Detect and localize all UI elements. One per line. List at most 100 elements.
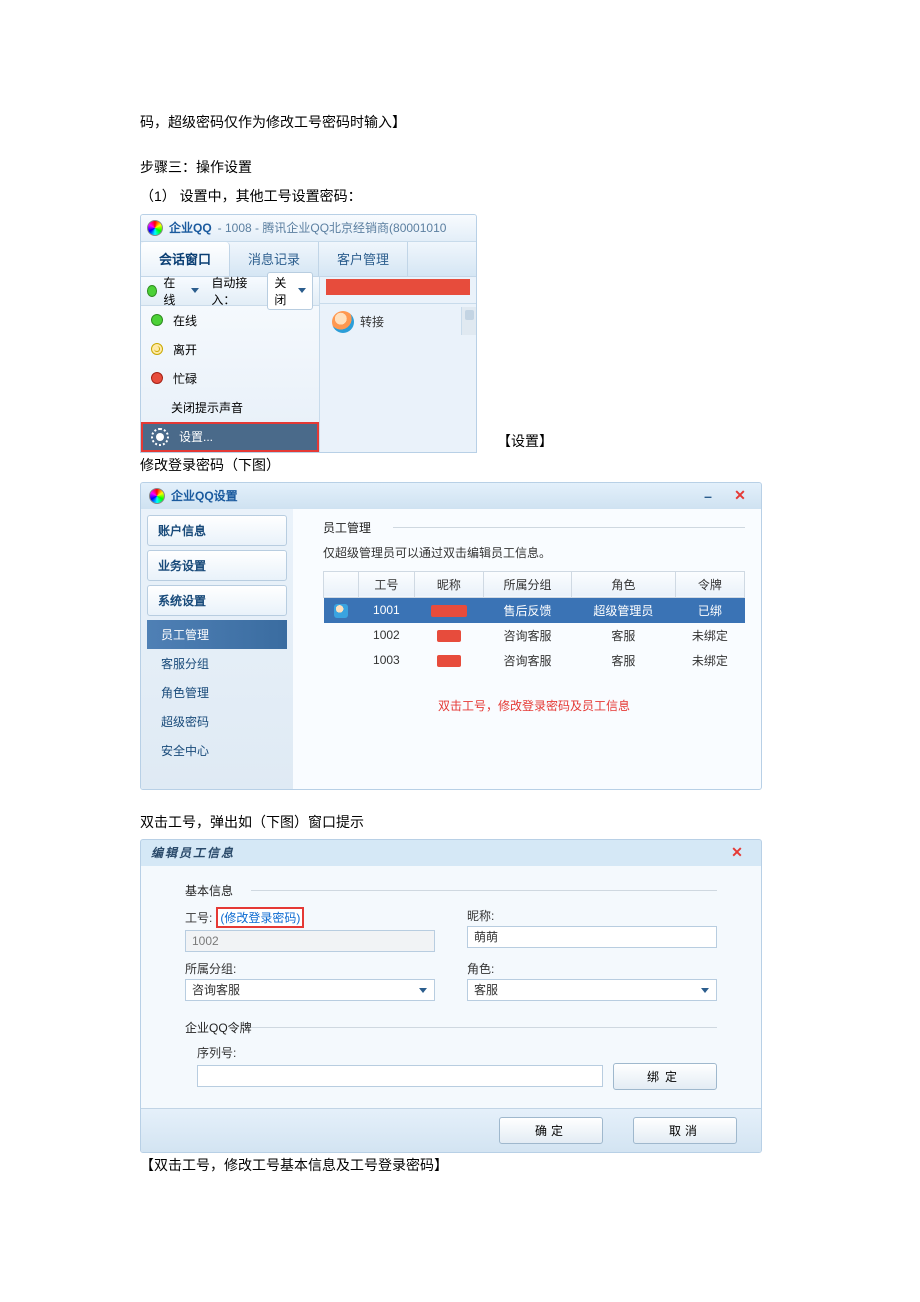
- away-dot-icon: [151, 343, 163, 355]
- label-nick: 昵称:: [467, 907, 717, 924]
- body-text: 【双击工号，修改工号基本信息及工号登录密码】: [140, 1153, 780, 1178]
- window-title: 企业QQ设置: [171, 487, 689, 504]
- redacted-bar: [326, 279, 470, 295]
- window-titlebar: 企业QQ - 1008 - 腾讯企业QQ北京经销商(80001010: [141, 215, 476, 241]
- red-note: 双击工号，修改登录密码及员工信息: [323, 697, 745, 714]
- select-group[interactable]: [185, 979, 435, 1001]
- menu-label: 设置...: [179, 428, 213, 445]
- input-serial[interactable]: [197, 1065, 603, 1087]
- cancel-button[interactable]: 取消: [633, 1117, 737, 1144]
- change-password-link[interactable]: (修改登录密码): [216, 907, 304, 928]
- app-name: 企业QQ: [169, 219, 212, 236]
- select-role-value: [467, 979, 717, 1001]
- table-row[interactable]: 1001 xxxx 售后反馈 超级管理员 已绑: [324, 597, 745, 623]
- scrollbar[interactable]: [461, 307, 477, 335]
- close-button[interactable]: ✕: [725, 844, 751, 862]
- side-business[interactable]: 业务设置: [147, 550, 287, 581]
- select-group-value: [185, 979, 435, 1001]
- side-account[interactable]: 账户信息: [147, 515, 287, 546]
- sub-role[interactable]: 角色管理: [147, 678, 287, 707]
- cell-group: 咨询客服: [483, 648, 571, 673]
- avatar-icon: [332, 311, 354, 333]
- col-token: 令牌: [675, 571, 744, 597]
- close-button[interactable]: ✕: [727, 487, 753, 505]
- screenshot-edit-employee: 编辑员工信息 ✕ 基本信息 工号: (修改登录密码) 昵称:: [140, 839, 762, 1153]
- label-id: 工号: (修改登录密码): [185, 907, 435, 928]
- chevron-down-icon: [419, 988, 427, 993]
- dialog-footer: 确定 取消: [141, 1108, 761, 1152]
- busy-dot-icon: [151, 372, 163, 384]
- col-group: 所属分组: [483, 571, 571, 597]
- menu-away[interactable]: 离开: [141, 335, 319, 364]
- section-basic: 基本信息: [185, 882, 717, 899]
- cell-id: 1001: [359, 597, 415, 623]
- qq-logo-icon: [147, 220, 163, 236]
- tab-msglog[interactable]: 消息记录: [230, 242, 319, 276]
- col-role: 角色: [571, 571, 675, 597]
- select-role[interactable]: [467, 979, 717, 1001]
- menu-mute[interactable]: 关闭提示声音: [141, 393, 319, 422]
- cell-group: 咨询客服: [483, 623, 571, 648]
- sub-group[interactable]: 客服分组: [147, 649, 287, 678]
- cell-role: 客服: [571, 623, 675, 648]
- sub-superpwd[interactable]: 超级密码: [147, 707, 287, 736]
- label-text: 工号:: [185, 909, 212, 926]
- chevron-down-icon: [298, 288, 306, 293]
- online-dot-icon: [151, 314, 163, 326]
- section-title: 员工管理: [323, 519, 745, 536]
- bind-button[interactable]: 绑定: [613, 1063, 717, 1090]
- document-page: 码，超级密码仅作为修改工号密码时输入】 步骤三：操作设置 （1） 设置中，其他工…: [0, 0, 920, 1262]
- menu-online[interactable]: 在线: [141, 306, 319, 335]
- online-dot-icon: [147, 285, 157, 297]
- transfer-label: 转接: [360, 313, 384, 330]
- input-nick[interactable]: [467, 926, 717, 948]
- menu-label: 关闭提示声音: [171, 399, 243, 416]
- transfer-button[interactable]: 转接: [332, 311, 384, 333]
- cell-token: 未绑定: [675, 623, 744, 648]
- settings-main: 员工管理 仅超级管理员可以通过双击编辑员工信息。 工号 昵称 所属分组 角色 令…: [293, 509, 761, 789]
- gear-icon: [151, 428, 169, 446]
- ok-button[interactable]: 确定: [499, 1117, 603, 1144]
- status-menu: 在线 离开 忙碌 关闭提示声音 设置...: [141, 306, 319, 452]
- redacted-nick: xx: [437, 630, 461, 642]
- side-system[interactable]: 系统设置: [147, 585, 287, 616]
- chevron-down-icon[interactable]: [191, 288, 199, 293]
- avatar-icon: [334, 604, 348, 618]
- redacted-nick: xxxx: [431, 605, 467, 617]
- sub-employee[interactable]: 员工管理: [147, 620, 287, 649]
- section-token: 企业QQ令牌: [185, 1019, 717, 1036]
- minimize-button[interactable]: –: [695, 487, 721, 505]
- menu-label: 忙碌: [173, 370, 197, 387]
- autoconnect-select[interactable]: 关闭: [267, 272, 313, 310]
- cell-group: 售后反馈: [483, 597, 571, 623]
- menu-settings[interactable]: 设置...: [141, 422, 319, 452]
- menu-label: 离开: [173, 341, 197, 358]
- cell-token: 已绑: [675, 597, 744, 623]
- tab-chat[interactable]: 会话窗口: [141, 242, 230, 276]
- status-text: 在线: [163, 274, 183, 308]
- col-id: 工号: [359, 571, 415, 597]
- menu-label: 在线: [173, 312, 197, 329]
- qq-logo-icon: [149, 488, 165, 504]
- caption: 【设置】: [497, 431, 553, 453]
- body-text: 码，超级密码仅作为修改工号密码时输入】: [140, 110, 780, 135]
- autoconnect-label: 自动接入：: [211, 274, 261, 308]
- table-row[interactable]: 1003 xx 咨询客服 客服 未绑定: [324, 648, 745, 673]
- sub-security[interactable]: 安全中心: [147, 736, 287, 765]
- screenshot-qq-settings: 企业QQ设置 – ✕ 账户信息 业务设置 系统设置 员工管理 客服分组 角色管理…: [140, 482, 762, 790]
- cell-token: 未绑定: [675, 648, 744, 673]
- screenshot-qq-main: 企业QQ - 1008 - 腾讯企业QQ北京经销商(80001010 会话窗口 …: [140, 214, 477, 453]
- tab-crm[interactable]: 客户管理: [319, 242, 408, 276]
- redacted-nick: xx: [437, 655, 461, 667]
- window-titlebar: 企业QQ设置 – ✕: [141, 483, 761, 509]
- settings-sidebar: 账户信息 业务设置 系统设置 员工管理 客服分组 角色管理 超级密码 安全中心: [141, 509, 293, 789]
- autoconnect-value: 关闭: [274, 274, 292, 308]
- cell-id: 1003: [359, 648, 415, 673]
- dialog-titlebar: 编辑员工信息 ✕: [141, 840, 761, 866]
- status-bar: 在线 自动接入： 关闭: [141, 277, 319, 306]
- step-item: （1） 设置中，其他工号设置密码：: [140, 184, 780, 209]
- menu-busy[interactable]: 忙碌: [141, 364, 319, 393]
- main-tabs: 会话窗口 消息记录 客户管理: [141, 241, 476, 276]
- label-group: 所属分组:: [185, 960, 435, 977]
- table-row[interactable]: 1002 xx 咨询客服 客服 未绑定: [324, 623, 745, 648]
